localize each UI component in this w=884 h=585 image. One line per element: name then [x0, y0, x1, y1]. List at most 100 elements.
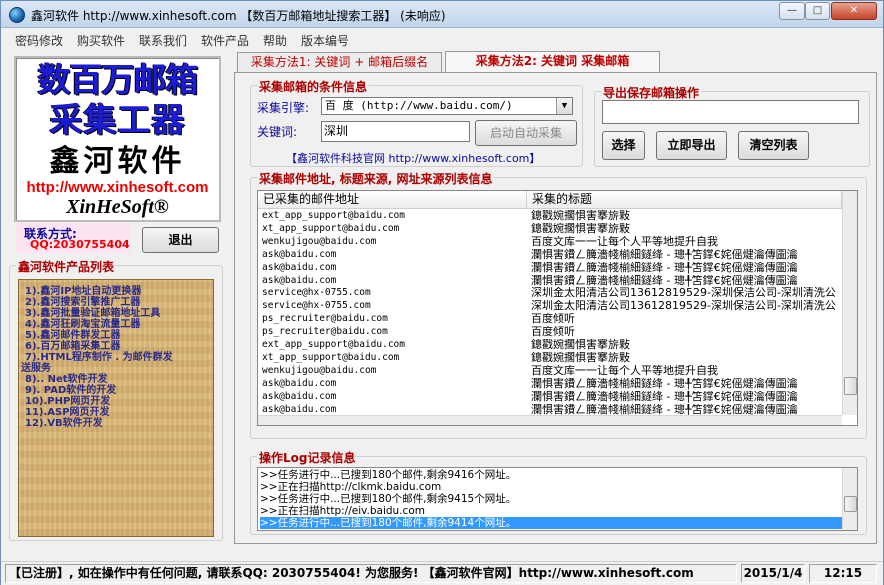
product-item: 送服务: [21, 363, 51, 374]
scrollbar-thumb[interactable]: [844, 496, 857, 512]
log-title: 操作Log记录信息: [257, 449, 358, 466]
log-vertical-scrollbar[interactable]: [842, 468, 857, 530]
email-cell: ext_app_support@baidu.com: [262, 210, 405, 221]
product-item: 12).VB软件开发: [25, 418, 103, 429]
product-list-group: 鑫河软件产品列表 1).鑫河IP地址自动更换器 2).鑫河搜索引擎推广工器 3)…: [9, 258, 223, 541]
title-cell: 瀾惧害鐨ㄥ簲濇帴椾細鐩绛 - 璁╀笘鐣€姹傜煡瀹傳圖瀹: [531, 390, 798, 403]
product-list[interactable]: 1).鑫河IP地址自动更换器 2).鑫河搜索引擎推广工器 3).鑫河批量验证邮箱…: [18, 279, 214, 537]
table-row[interactable]: wenkujigou@baidu.com 百度文库一一让每个人平等地提升自我: [258, 365, 842, 378]
table-row[interactable]: xt_app_support@baidu.com 鏓戳婉擱惧害搴旂敤: [258, 223, 842, 236]
table-row[interactable]: service@hx-0755.com 深圳金太阳清洁公司13612819529-…: [258, 300, 842, 313]
select-button[interactable]: 选择: [602, 131, 645, 160]
window-title: 鑫河软件 http://www.xinhesoft.com 【数百万邮箱地址搜索…: [31, 9, 446, 23]
logo-line-2: 采集工器: [49, 100, 186, 139]
menu-item-products[interactable]: 软件产品: [201, 32, 249, 49]
table-row[interactable]: ps_recruiter@baidu.com 百度倾听: [258, 313, 842, 326]
email-table[interactable]: 已采集的邮件地址 采集的标题 ext_app_support@baidu.com…: [257, 190, 858, 426]
tab-method-1[interactable]: 采集方法1: 关键词 + 邮箱后缀名: [237, 52, 442, 72]
title-cell: 百度倾听: [531, 313, 575, 326]
table-row[interactable]: service@hx-0755.com 深圳金太阳清洁公司13612819529-…: [258, 287, 842, 300]
table-horizontal-scrollbar[interactable]: [258, 415, 842, 425]
keyword-input[interactable]: 深圳: [321, 121, 470, 142]
email-cell: wenkujigou@baidu.com: [262, 235, 377, 247]
product-item: 3).鑫河批量验证邮箱地址工具: [25, 308, 161, 319]
table-row[interactable]: ask@baidu.com 瀾惧害鐨ㄥ簲濇帴椾細鐩绛 - 璁╀笘鐣€姹傜煡瀹傳圖…: [258, 391, 842, 404]
logo-english: XinHeSoft®: [66, 196, 169, 218]
log-line[interactable]: >>任务进行中...已搜到180个邮件,剩余9416个网址。: [260, 469, 842, 481]
logo-brand: 鑫河软件: [49, 144, 186, 179]
log-line[interactable]: >>正在扫描http://clkmk.baidu.com: [260, 481, 842, 493]
email-cell: ask@baidu.com: [262, 403, 337, 415]
table-row[interactable]: ext_app_support@baidu.com 鏓戳婉擱惧害搴旂敤: [258, 339, 842, 352]
title-cell: 鏓戳婉擱惧害搴旂敤: [531, 339, 630, 351]
export-path-input[interactable]: [602, 100, 859, 124]
email-cell: ps_recruiter@baidu.com: [262, 313, 388, 325]
menu-item-version[interactable]: 版本编号: [301, 32, 349, 49]
email-cell: xt_app_support@baidu.com: [262, 351, 400, 363]
title-bar[interactable]: 鑫河软件 http://www.xinhesoft.com 【数百万邮箱地址搜索…: [1, 1, 883, 28]
maximize-button[interactable]: □: [805, 2, 830, 20]
title-cell: 瀾惧害鐨ㄥ簲濇帴椾細鐩绛 - 璁╀笘鐣€姹傜煡瀹傳圖瀹: [531, 274, 798, 287]
product-item: 6).百万邮箱采集工器: [25, 341, 121, 352]
contact-info: 联系方式: QQ:2030755404: [16, 223, 130, 253]
menu-item-password[interactable]: 密码修改: [15, 32, 63, 49]
logo-url: http://www.xinhesoft.com: [26, 179, 209, 196]
table-row[interactable]: ext_app_support@baidu.com 鏓戳婉擱惧害搴旂敤: [258, 210, 842, 223]
table-row[interactable]: ps_recruiter@baidu.com 百度倾听: [258, 326, 842, 339]
product-item: 5).鑫河邮件群发工器: [25, 330, 121, 341]
table-row[interactable]: ask@baidu.com 瀾惧害鐨ㄥ簲濇帴椾細鐩绛 - 璁╀笘鐣€姹傜煡瀹傳圖…: [258, 249, 842, 262]
table-row[interactable]: ask@baidu.com 瀾惧害鐨ㄥ簲濇帴椾細鐩绛 - 璁╀笘鐣€姹傜煡瀹傳圖…: [258, 275, 842, 288]
title-cell: 深圳金太阳清洁公司13612819529-深圳保洁公司-深圳清洗公: [531, 287, 836, 300]
column-header-title[interactable]: 采集的标题: [527, 191, 842, 209]
menu-item-buy[interactable]: 购买软件: [77, 32, 125, 49]
log-line[interactable]: >>任务进行中...已搜到180个邮件,剩余9415个网址。: [260, 493, 842, 505]
email-cell: service@hx-0755.com: [262, 300, 371, 312]
scrollbar-thumb[interactable]: [844, 377, 857, 395]
table-row[interactable]: xt_app_support@baidu.com 鏓戳婉擱惧害搴旂敤: [258, 352, 842, 365]
title-cell: 瀾惧害鐨ㄥ簲濇帴椾細鐩绛 - 璁╀笘鐣€姹傜煡瀹傳圖瀹: [531, 377, 798, 390]
minimize-button[interactable]: —: [779, 2, 805, 20]
chevron-down-icon[interactable]: ▼: [556, 98, 572, 114]
product-item: 1).鑫河IP地址自动更换器: [25, 286, 142, 297]
menu-item-contact[interactable]: 联系我们: [139, 32, 187, 49]
exit-button[interactable]: 退出: [142, 227, 219, 253]
title-cell: 瀾惧害鐨ㄥ簲濇帴椾細鐩绛 - 璁╀笘鐣€姹傜煡瀹傳圖瀹: [531, 261, 798, 274]
tab-method-2[interactable]: 采集方法2: 关键词 采集邮箱: [445, 51, 660, 73]
title-cell: 鏓戳婉擱惧害搴旂敤: [531, 222, 630, 235]
product-item: 7).HTML程序制作 . 为邮件群发: [25, 352, 173, 363]
email-cell: ask@baidu.com: [262, 261, 337, 273]
engine-label: 采集引擎:: [257, 101, 310, 115]
table-vertical-scrollbar[interactable]: [842, 191, 857, 415]
official-site-link[interactable]: 【鑫河软件科技官网 http://www.xinhesoft.com】: [286, 150, 540, 166]
product-item: 4).鑫河狂刷淘宝流量工器: [25, 319, 141, 330]
engine-select[interactable]: 百 度 (http://www.baidu.com/) ▼: [321, 97, 573, 115]
log-line[interactable]: >>正在扫描http://eiv.baidu.com: [260, 505, 842, 517]
title-cell: 百度文库一一让每个人平等地提升自我: [531, 235, 718, 248]
menu-item-help[interactable]: 帮助: [263, 32, 287, 49]
globe-icon: [9, 7, 25, 23]
status-message: 【已注册】, 如在操作中有任何问题, 请联系QQ: 2030755404! 为您…: [5, 564, 737, 583]
logo-panel: 数百万邮箱 采集工器 鑫河软件 http://www.xinhesoft.com…: [14, 56, 221, 222]
title-cell: 百度文库一一让每个人平等地提升自我: [531, 364, 718, 377]
email-cell: ext_app_support@baidu.com: [262, 339, 405, 350]
email-list-title: 采集邮件地址, 标题来源, 网址来源列表信息: [257, 170, 495, 187]
status-date: 2015/1/4: [741, 564, 805, 583]
clear-list-button[interactable]: 清空列表: [738, 131, 809, 160]
email-cell: ask@baidu.com: [262, 274, 337, 286]
title-cell: 深圳金太阳清洁公司13612819529-深圳保洁公司-深圳清洗公: [531, 300, 836, 313]
email-cell: ps_recruiter@baidu.com: [262, 326, 388, 338]
engine-select-value: 百 度 (http://www.baidu.com/): [325, 99, 513, 112]
log-list[interactable]: >>任务进行中...已搜到180个邮件,剩余9416个网址。 >>正在扫描http…: [257, 467, 858, 531]
column-header-email[interactable]: 已采集的邮件地址: [258, 191, 527, 209]
table-row[interactable]: ask@baidu.com 瀾惧害鐨ㄥ簲濇帴椾細鐩绛 - 璁╀笘鐣€姹傜煡瀹傳圖…: [258, 378, 842, 391]
export-title: 导出保存邮箱操作: [601, 84, 702, 101]
product-item: 9). PAD软件的开发: [25, 385, 117, 396]
start-auto-collect-button[interactable]: 启动自动采集: [475, 120, 577, 146]
log-line[interactable]: >>任务进行中...已搜到180个邮件,剩余9414个网址。: [260, 517, 842, 529]
export-now-button[interactable]: 立即导出: [656, 131, 727, 160]
keyword-label: 关键词:: [257, 125, 298, 139]
table-row[interactable]: ask@baidu.com 瀾惧害鐨ㄥ簲濇帴椾細鐩绛 - 璁╀笘鐣€姹傜煡瀹傳圖…: [258, 262, 842, 275]
table-row[interactable]: wenkujigou@baidu.com 百度文库一一让每个人平等地提升自我: [258, 236, 842, 249]
close-button[interactable]: ✕: [831, 2, 877, 20]
title-cell: 瀾惧害鐨ㄥ簲濇帴椾細鐩绛 - 璁╀笘鐣€姹傜煡瀹傳圖瀹: [531, 403, 798, 416]
